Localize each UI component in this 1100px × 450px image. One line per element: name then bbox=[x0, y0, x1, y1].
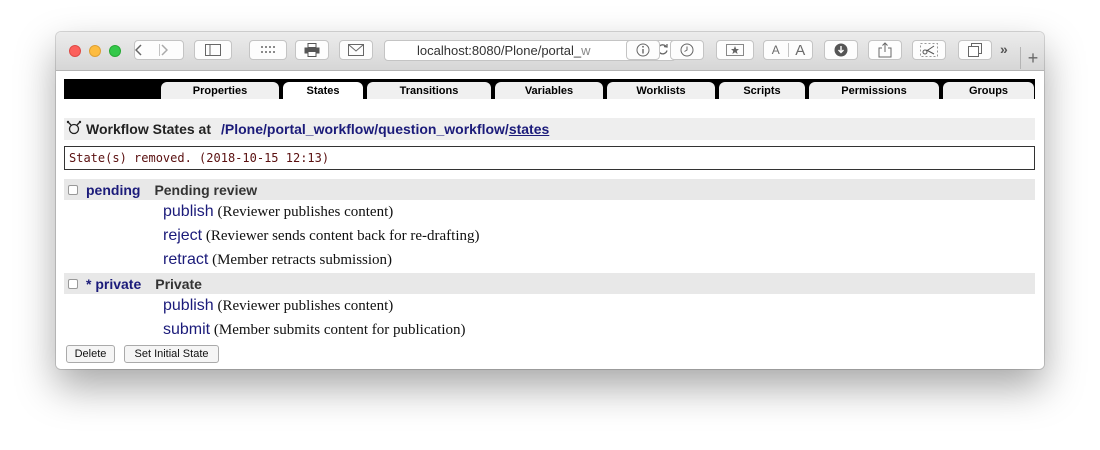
tab-permissions[interactable]: Permissions bbox=[809, 82, 939, 99]
transition-row: publish (Reviewer publishes content) bbox=[163, 297, 393, 317]
delete-button[interactable]: Delete bbox=[66, 345, 115, 363]
state-id-link[interactable]: * private bbox=[86, 276, 141, 292]
transition-link[interactable]: reject bbox=[163, 227, 202, 244]
downloads-button[interactable] bbox=[824, 40, 858, 60]
grid-icon bbox=[260, 45, 276, 55]
transition-row: submit (Member submits content for publi… bbox=[163, 321, 465, 341]
chevron-left-icon[interactable] bbox=[135, 44, 160, 56]
share-button[interactable] bbox=[868, 40, 902, 60]
minimize-window-button[interactable] bbox=[89, 45, 101, 57]
sidebar-icon bbox=[205, 44, 221, 56]
state-checkbox[interactable] bbox=[68, 278, 78, 289]
scissors-icon bbox=[920, 43, 938, 57]
transition-row: publish (Reviewer publishes content) bbox=[163, 203, 393, 223]
page-heading: Workflow States at /Plone/portal_workflo… bbox=[64, 118, 1035, 140]
state-checkbox[interactable] bbox=[68, 184, 78, 195]
sidebar-toggle-button[interactable] bbox=[194, 40, 232, 60]
state-row: pending Pending review bbox=[64, 179, 1035, 200]
tab-properties[interactable]: Properties bbox=[161, 82, 279, 99]
reader-info-button[interactable] bbox=[626, 40, 660, 60]
history-button[interactable] bbox=[670, 40, 704, 60]
breadcrumb-path[interactable]: /Plone/portal_workflow/question_workflow… bbox=[221, 121, 509, 137]
tabs-overview-button[interactable] bbox=[958, 40, 992, 60]
font-smaller-button[interactable]: A bbox=[764, 43, 789, 57]
bookmark-button[interactable] bbox=[716, 40, 754, 60]
transition-link[interactable]: publish bbox=[163, 203, 214, 220]
star-icon bbox=[726, 44, 744, 56]
browser-window: localhost:8080/Plone/portal_w A A » + Pr… bbox=[56, 32, 1044, 369]
page-title: Workflow States at bbox=[86, 121, 211, 137]
url-text: localhost:8080/Plone/portal_ bbox=[417, 43, 582, 58]
transition-row: retract (Member retracts submission) bbox=[163, 251, 392, 271]
font-larger-button[interactable]: A bbox=[789, 42, 813, 59]
state-title: Pending review bbox=[154, 181, 258, 198]
transition-desc: (Reviewer publishes content) bbox=[217, 204, 394, 220]
tab-worklists[interactable]: Worklists bbox=[607, 82, 715, 99]
transition-desc: (Member submits content for publication) bbox=[213, 322, 466, 338]
page-content: Properties States Transitions Variables … bbox=[56, 71, 1044, 369]
envelope-icon bbox=[348, 44, 364, 56]
breadcrumb-link-states[interactable]: states bbox=[509, 121, 549, 137]
transition-desc: (Member retracts submission) bbox=[212, 252, 393, 268]
tab-variables[interactable]: Variables bbox=[495, 82, 603, 99]
new-tab-button[interactable]: + bbox=[1020, 47, 1044, 69]
transition-link[interactable]: retract bbox=[163, 251, 208, 268]
status-message: State(s) removed. (2018-10-15 12:13) bbox=[64, 146, 1035, 170]
clock-icon bbox=[680, 43, 694, 57]
tab-scripts[interactable]: Scripts bbox=[719, 82, 805, 99]
back-forward-buttons[interactable] bbox=[134, 40, 184, 60]
transition-desc: (Reviewer sends content back for re-draf… bbox=[205, 228, 480, 244]
transition-link[interactable]: submit bbox=[163, 321, 210, 338]
close-window-button[interactable] bbox=[69, 45, 81, 57]
info-icon bbox=[636, 43, 650, 57]
state-id-link[interactable]: pending bbox=[86, 182, 140, 198]
transition-desc: (Reviewer publishes content) bbox=[217, 298, 394, 314]
transition-row: reject (Reviewer sends content back for … bbox=[163, 227, 480, 247]
download-icon bbox=[834, 43, 848, 57]
text-size-buttons[interactable]: A A bbox=[763, 40, 813, 60]
state-row: * private Private bbox=[64, 273, 1035, 294]
clip-button[interactable] bbox=[912, 40, 946, 60]
mail-button[interactable] bbox=[339, 40, 373, 60]
share-icon bbox=[878, 42, 892, 58]
url-text-fade: w bbox=[581, 43, 591, 58]
tabs-icon bbox=[968, 43, 982, 57]
transition-link[interactable]: publish bbox=[163, 297, 214, 314]
overflow-chevron-icon[interactable]: » bbox=[1000, 41, 1008, 57]
state-title: Private bbox=[155, 275, 202, 292]
printer-icon bbox=[304, 43, 320, 57]
tab-states[interactable]: States bbox=[283, 82, 363, 99]
browser-toolbar: localhost:8080/Plone/portal_w A A » + bbox=[56, 32, 1044, 71]
tab-groups[interactable]: Groups bbox=[943, 82, 1034, 99]
workflow-tab-bar: Properties States Transitions Variables … bbox=[64, 79, 1035, 99]
workflow-states-icon bbox=[66, 120, 82, 139]
chevron-right-icon[interactable] bbox=[160, 44, 184, 56]
print-button[interactable] bbox=[295, 40, 329, 60]
top-sites-button[interactable] bbox=[249, 40, 287, 60]
zoom-window-button[interactable] bbox=[109, 45, 121, 57]
tab-transitions[interactable]: Transitions bbox=[367, 82, 491, 99]
breadcrumb: /Plone/portal_workflow/question_workflow… bbox=[221, 121, 549, 137]
set-initial-state-button[interactable]: Set Initial State bbox=[124, 345, 219, 363]
